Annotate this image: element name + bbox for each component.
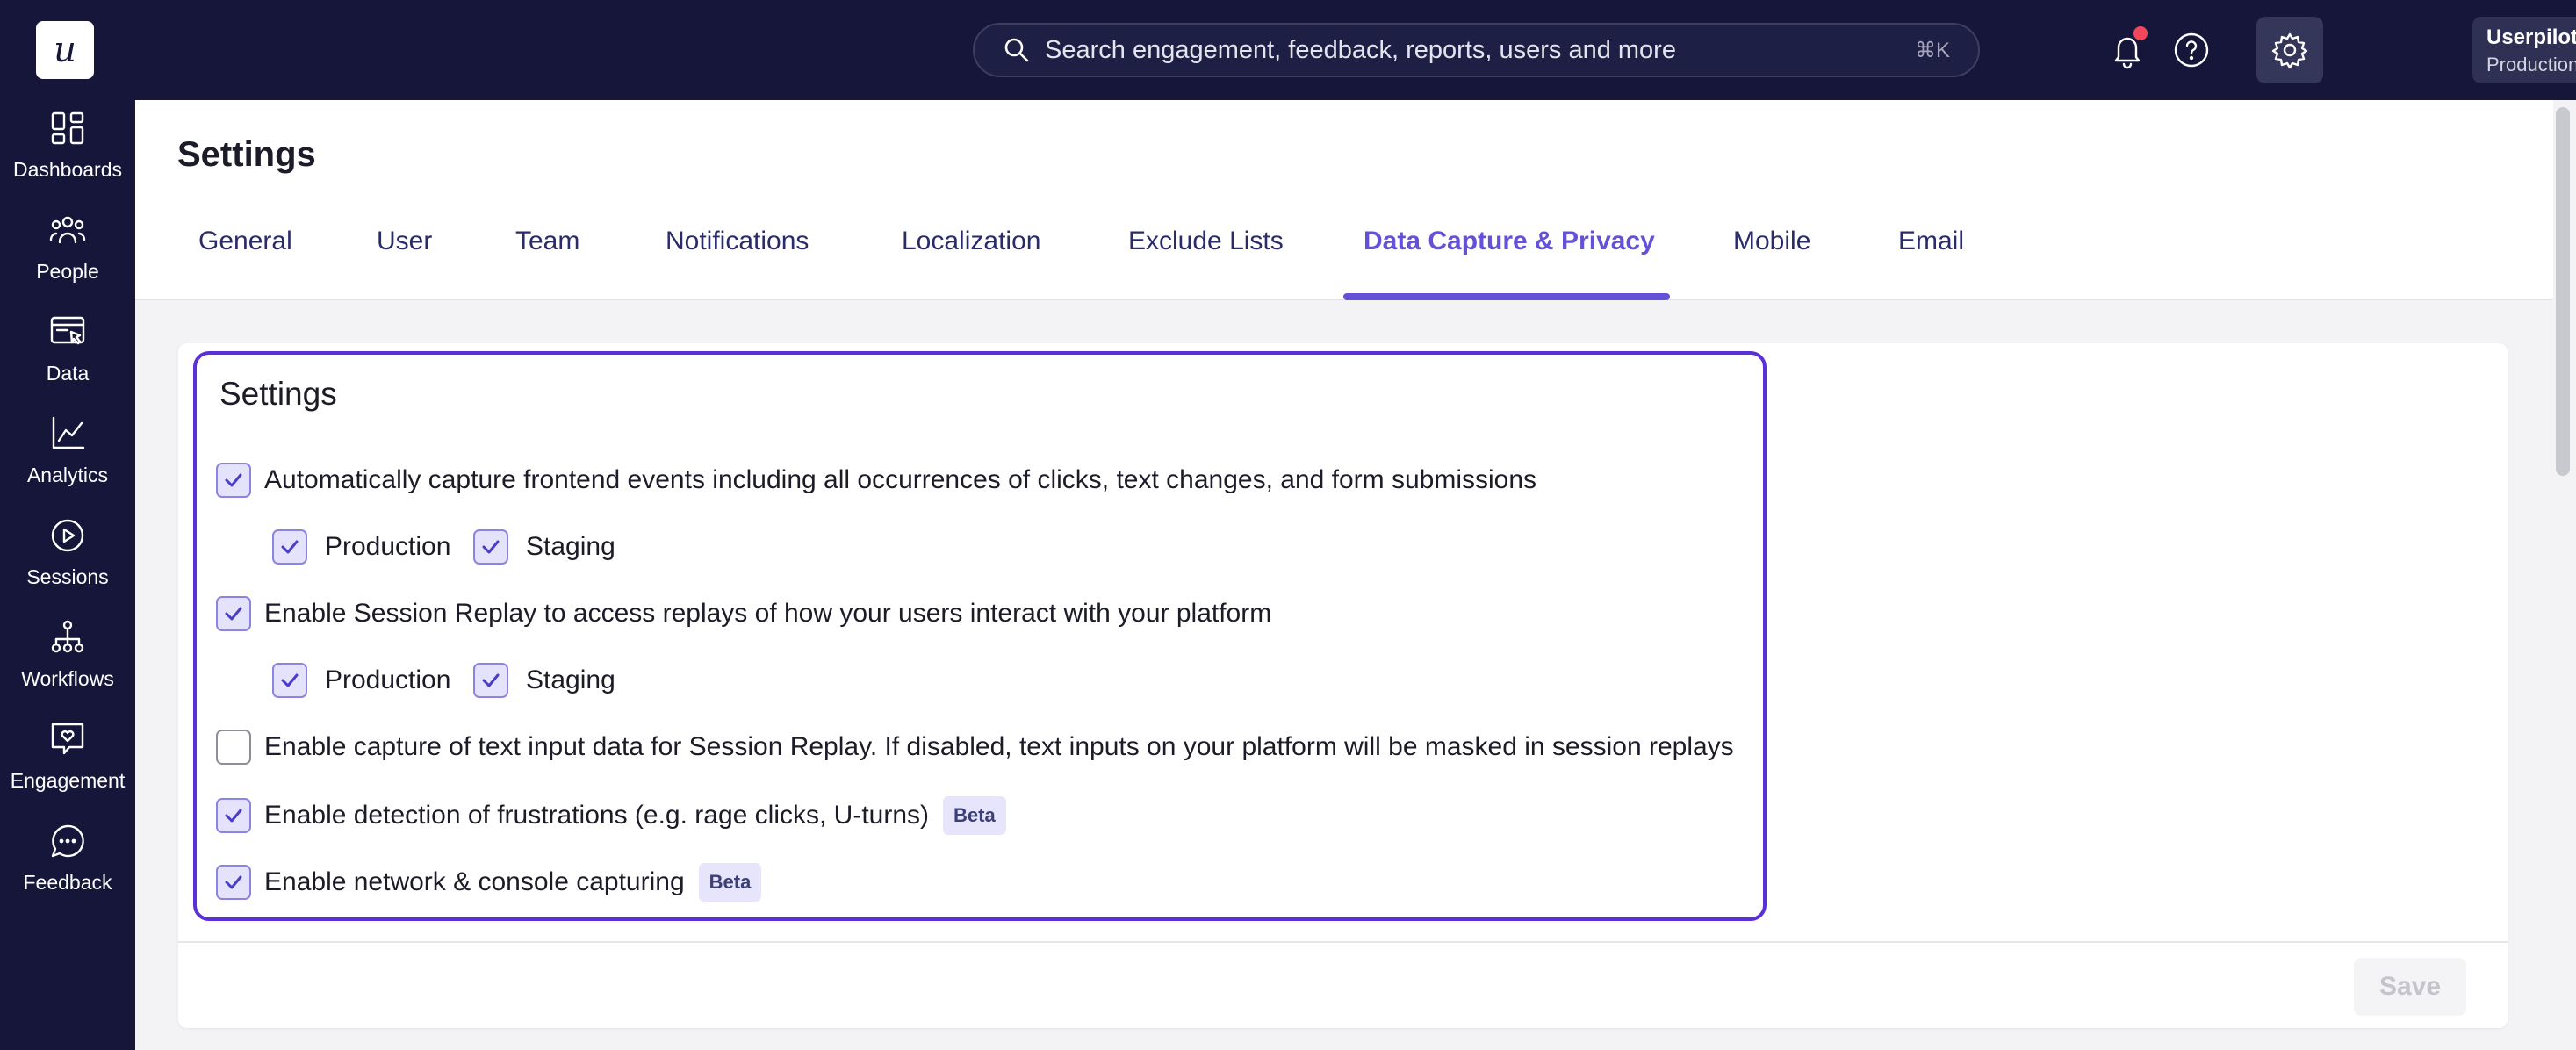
checkbox[interactable]	[473, 529, 508, 565]
tab-team[interactable]: Team	[515, 227, 579, 256]
sidebar-item-engagement[interactable]: Engagement	[0, 720, 135, 808]
option-label: Staging	[526, 532, 615, 561]
tab-localization[interactable]: Localization	[902, 227, 1040, 256]
check-icon	[482, 540, 500, 554]
checkbox[interactable]	[216, 596, 251, 631]
check-icon	[482, 673, 500, 687]
check-icon	[281, 540, 299, 554]
card-divider	[178, 941, 2508, 943]
account-name: Userpilot	[2486, 25, 2576, 49]
sidebar-item-dashboards[interactable]: Dashboards	[0, 109, 135, 197]
feedback-icon	[51, 824, 84, 858]
sidebar-item-label: Workflows	[21, 667, 114, 690]
sidebar-item-analytics[interactable]: Analytics	[0, 414, 135, 502]
sidebar-item-label: Analytics	[26, 464, 109, 486]
section-title: Settings	[219, 376, 337, 412]
option-label: Enable Session Replay to access replays …	[264, 599, 1272, 628]
help-icon	[2174, 32, 2209, 68]
option-session-replay[interactable]: Enable Session Replay to access replays …	[216, 596, 1271, 631]
topbar: Search engagement, feedback, reports, us…	[135, 0, 2576, 100]
check-icon	[225, 875, 242, 889]
beta-badge: Beta	[698, 863, 762, 902]
sidebar-item-data[interactable]: Data	[0, 313, 135, 400]
scrollbar-thumb[interactable]	[2556, 107, 2570, 476]
settings-section-highlight	[193, 351, 1767, 921]
option-label: Staging	[526, 665, 615, 694]
sidebar: u Dashboards People Data Analytics Sessi…	[0, 0, 135, 1050]
sidebar-item-label: Data	[46, 362, 90, 385]
global-search[interactable]: Search engagement, feedback, reports, us…	[973, 23, 1980, 77]
search-placeholder: Search engagement, feedback, reports, us…	[1045, 35, 1676, 64]
checkbox[interactable]	[216, 730, 251, 765]
page-header: Settings General User Team Notifications…	[135, 100, 2553, 300]
option-label: Automatically capture frontend events in…	[264, 465, 1537, 494]
tab-data-capture-privacy[interactable]: Data Capture & Privacy	[1364, 227, 1655, 256]
userpilot-logo[interactable]: u	[36, 21, 94, 79]
sidebar-item-label: Sessions	[26, 565, 109, 588]
option-text-input-capture[interactable]: Enable capture of text input data for Se…	[216, 730, 1734, 765]
settings-button[interactable]	[2256, 17, 2323, 83]
check-icon	[225, 809, 242, 823]
check-icon	[225, 607, 242, 621]
tab-general[interactable]: General	[198, 227, 292, 256]
beta-badge: Beta	[943, 796, 1006, 835]
sidebar-item-people[interactable]: People	[0, 211, 135, 298]
analytics-icon	[52, 416, 85, 449]
option-label: Production	[325, 532, 451, 561]
data-icon	[50, 316, 85, 345]
account-switcher[interactable]: Userpilot Production	[2472, 17, 2576, 83]
workflows-icon	[51, 620, 84, 653]
gear-icon	[2271, 32, 2308, 69]
option-capture-staging[interactable]: Staging	[473, 529, 615, 565]
tab-notifications[interactable]: Notifications	[666, 227, 809, 256]
option-label: Enable detection of frustrations (e.g. r…	[264, 801, 930, 830]
tab-mobile[interactable]: Mobile	[1733, 227, 1810, 256]
engagement-icon	[51, 723, 84, 755]
people-icon	[49, 216, 86, 244]
save-button[interactable]: Save	[2354, 958, 2466, 1016]
check-icon	[281, 673, 299, 687]
search-icon	[1004, 38, 1029, 62]
sidebar-item-feedback[interactable]: Feedback	[0, 822, 135, 910]
checkbox[interactable]	[272, 663, 307, 698]
option-label: Production	[325, 665, 451, 694]
sidebar-item-label: People	[36, 260, 99, 283]
help-button[interactable]	[2166, 25, 2217, 76]
option-label: Enable capture of text input data for Se…	[264, 732, 1734, 761]
active-tab-indicator	[1343, 293, 1670, 300]
checkbox[interactable]	[216, 463, 251, 498]
option-network-console-capture[interactable]: Enable network & console capturing Beta	[216, 863, 762, 902]
check-icon	[225, 473, 242, 487]
sidebar-item-workflows[interactable]: Workflows	[0, 618, 135, 706]
tab-exclude-lists[interactable]: Exclude Lists	[1128, 227, 1284, 256]
checkbox[interactable]	[473, 663, 508, 698]
option-replay-production[interactable]: Production	[272, 663, 450, 698]
sidebar-item-label: Dashboards	[12, 158, 123, 181]
search-shortcut: ⌘K	[1914, 38, 1950, 62]
page-title: Settings	[177, 135, 316, 174]
checkbox[interactable]	[216, 798, 251, 833]
notification-dot	[2133, 26, 2148, 40]
tab-user[interactable]: User	[377, 227, 432, 256]
tab-email[interactable]: Email	[1898, 227, 1964, 256]
option-capture-production[interactable]: Production	[272, 529, 450, 565]
option-replay-staging[interactable]: Staging	[473, 663, 615, 698]
checkbox[interactable]	[216, 865, 251, 900]
sessions-icon	[51, 519, 84, 552]
sidebar-item-label: Engagement	[10, 769, 126, 792]
notifications-button[interactable]	[2102, 25, 2153, 76]
option-label: Enable network & console capturing	[264, 867, 685, 896]
dashboard-icon	[51, 111, 84, 145]
sidebar-item-sessions[interactable]: Sessions	[0, 516, 135, 604]
sidebar-item-label: Feedback	[23, 871, 112, 894]
option-frustration-detection[interactable]: Enable detection of frustrations (e.g. r…	[216, 796, 1006, 835]
account-environment: Production	[2486, 54, 2576, 76]
checkbox[interactable]	[272, 529, 307, 565]
option-capture-frontend-events[interactable]: Automatically capture frontend events in…	[216, 463, 1536, 498]
